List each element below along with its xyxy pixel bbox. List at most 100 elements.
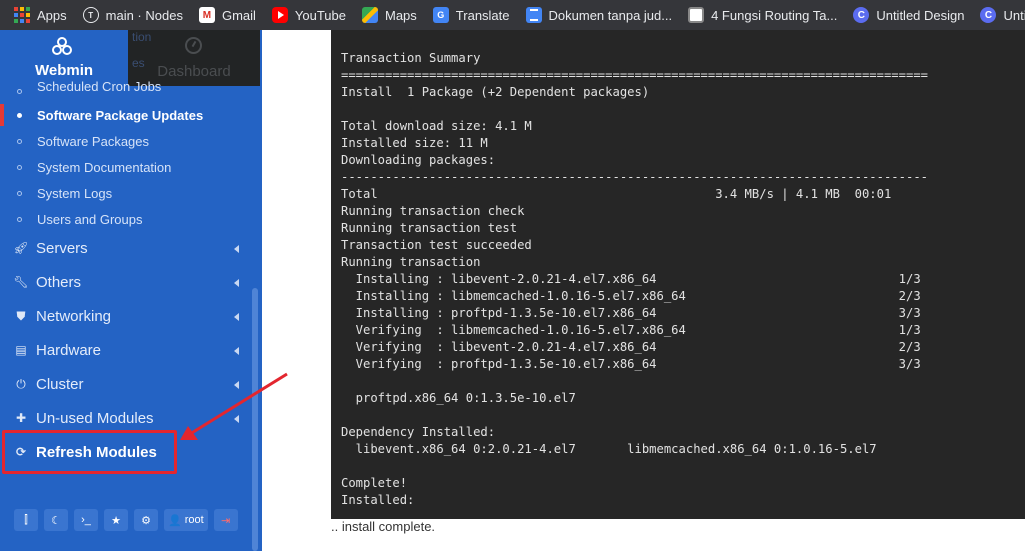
sidebar-item-label: System Logs [37,185,113,201]
bookmark-gmail[interactable]: M Gmail [198,0,256,30]
bullet-icon [17,112,22,118]
bookmark-label: Apps [37,7,67,23]
sidebar-category-cluster[interactable]: ⏻ Cluster [0,367,250,401]
bookmark-apps[interactable]: Apps [14,0,67,30]
terminal-line: proftpd.x86_64 0:1.3.5e-10.el7 [341,391,576,405]
terminal-line: Complete! [341,476,408,490]
logout-icon: ⇥ [221,514,231,527]
canva-icon: C [853,7,870,23]
sidebar-item-software-packages[interactable]: Software Packages [0,128,250,154]
sidebar-category-others[interactable]: 🔧︎ Others [0,265,250,299]
chevron-left-icon [234,245,239,253]
favorites-button[interactable]: ★ [104,509,128,531]
shield-icon: ⛊ [16,308,26,323]
bookmark-canva-2[interactable]: C Untitled Des [980,0,1025,30]
bookmark-label: Maps [385,7,417,23]
terminal-line: Verifying : proftpd-1.3.5e-10.el7.x86_64… [341,357,921,371]
star-icon: ★ [111,514,121,527]
logout-button[interactable]: ⇥ [213,509,238,531]
bookmark-docs[interactable]: Dokumen tanpa jud... [525,0,673,30]
terminal-line: Install 1 Package (+2 Dependent packages… [341,85,650,99]
webmin-logo-icon [52,37,72,55]
terminal-line: Dependency Installed: [341,425,496,439]
sidebar-category-servers[interactable]: 🚀︎ Servers [0,231,250,265]
bookmark-translate[interactable]: G Translate [432,0,510,30]
bullet-icon [17,89,22,94]
bookmark-maps[interactable]: Maps [362,0,417,30]
bookmark-label: YouTube [294,7,346,23]
terminal-line: libevent.x86_64 0:2.0.21-4.el7 libmemcac… [341,442,877,456]
settings-button[interactable]: ⚙ [134,509,158,531]
bookmark-label: Gmail [221,7,256,23]
terminal-line: Downloading packages: [341,153,496,167]
sidebar-item-system-logs[interactable]: System Logs [0,180,250,206]
user-button[interactable]: 👤 root [164,509,208,531]
ghost-text: tion [132,30,152,44]
hard-drive-icon: ▤ [15,343,27,357]
night-mode-button[interactable]: ☾ [44,509,68,531]
bookmark-label: main · Nodes [105,7,183,23]
sidebar-category-label: Others [36,273,82,291]
webmin-sidebar: Webmin Dashboard tion es Scheduled Cron … [0,30,262,551]
bookmark-label: Dokumen tanpa jud... [548,7,673,23]
sidebar-category-networking[interactable]: ⛊ Networking [0,299,250,333]
routing-icon [688,7,705,23]
chevron-left-icon [234,279,239,287]
terminal-button[interactable]: ›_ [74,509,98,531]
maps-icon [362,7,378,23]
sidebar-item-label: System Documentation [37,159,172,175]
sidebar-category-label: Hardware [36,341,102,359]
terminal-line: Verifying : libmemcached-1.0.16-5.el7.x8… [341,323,921,337]
terminal-line: ========================================… [341,68,928,82]
bookmark-label: Untitled Design [876,7,965,23]
chevron-left-icon [234,313,239,321]
sidebar-item-users-and-groups[interactable]: Users and Groups [0,206,250,232]
terminal-line: Total 3.4 MB/s | 4.1 MB 00:01 [341,187,892,201]
user-label: root [184,514,204,526]
bookmarks-bar: Apps T main · Nodes M Gmail YouTube Maps… [0,0,1025,30]
puzzle-icon: ✚ [15,411,27,425]
power-icon: ⏻ [16,376,26,391]
sidebar-scrollbar[interactable] [252,288,258,551]
sidebar-item-label: Users and Groups [37,211,143,227]
sidebar-item-label: Scheduled Cron Jobs [37,79,162,94]
sidebar-item-system-documentation[interactable]: System Documentation [0,154,250,180]
sidebar-category-hardware[interactable]: ▤ Hardware [0,333,250,367]
terminal-line: ----------------------------------------… [341,170,928,184]
terminal-line: Running transaction test [341,221,518,235]
bookmark-canva-1[interactable]: C Untitled Design [853,0,964,30]
chevron-left-icon [234,415,239,423]
sidebar-item-scheduled-cron-jobs[interactable]: Scheduled Cron Jobs [0,76,250,94]
terminal-line: Installing : proftpd-1.3.5e-10.el7.x86_6… [341,306,921,320]
docs-icon [525,7,542,23]
bookmark-label: 4 Fungsi Routing Ta... [711,7,838,23]
canva-icon: C [980,7,997,23]
dashboard-icon [185,37,202,54]
wrench-icon: 🔧︎ [13,275,29,289]
sidebar-category-label: Servers [36,239,88,257]
bookmark-nodes[interactable]: T main · Nodes [82,0,183,30]
chevron-left-icon [234,347,239,355]
youtube-icon [271,7,288,23]
terminal-line: Transaction test succeeded [341,238,532,252]
nodes-icon: T [82,7,99,23]
bullet-icon [17,138,22,144]
sidebar-item-label: Software Package Updates [37,107,204,123]
terminal-line: Installed size: 11 M [341,136,488,150]
sidebar-item-software-package-updates[interactable]: Software Package Updates [0,102,250,128]
terminal-line: Installed: [341,493,415,507]
terminal-line: Installing : libmemcached-1.0.16-5.el7.x… [341,289,921,303]
ghost-text: es [132,56,145,70]
bullet-icon [17,164,22,170]
terminal-icon: ›_ [81,514,91,526]
bookmark-youtube[interactable]: YouTube [271,0,346,30]
chevron-left-icon [234,381,239,389]
toggle-frame-button[interactable]: ⫿ [14,509,38,531]
bookmark-routing[interactable]: 4 Fungsi Routing Ta... [688,0,837,30]
terminal-line: Verifying : libevent-2.0.21-4.el7.x86_64… [341,340,921,354]
terminal-line: Transaction Summary [341,51,481,65]
